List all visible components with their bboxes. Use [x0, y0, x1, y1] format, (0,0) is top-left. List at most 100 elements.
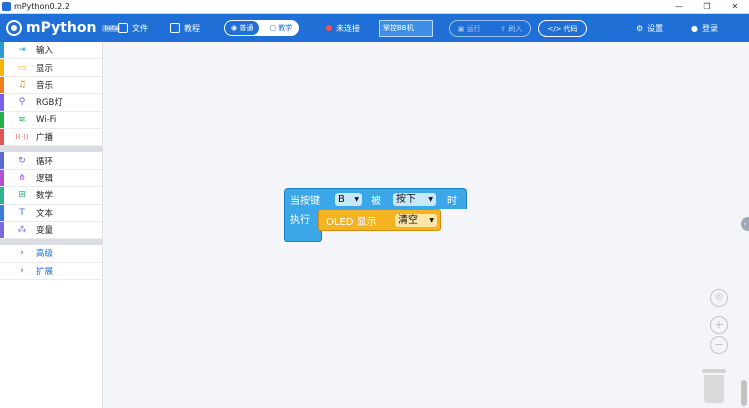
button-dropdown[interactable]: B ▼ [335, 193, 362, 206]
code-icon: </> [547, 24, 562, 33]
close-button[interactable]: ✕ [721, 2, 749, 11]
run-button[interactable]: ▣ 运行 [458, 24, 481, 34]
category-label: 高级 [36, 249, 54, 260]
maximize-button[interactable]: ❐ [693, 2, 721, 11]
tutorial-label: 教程 [184, 23, 200, 33]
event-suffix: 时 [447, 196, 457, 207]
category-label: 显示 [36, 63, 54, 74]
event-mid: 被 [371, 196, 381, 207]
category-label: 循环 [36, 156, 54, 167]
workspace-scrollbar[interactable] [741, 380, 747, 406]
logic-icon: ⋔ [18, 172, 26, 183]
chevron-right-icon: › [20, 265, 24, 276]
collapse-toggle[interactable]: ‹ [741, 217, 749, 231]
category-color-bar [0, 204, 4, 221]
oled-display-block[interactable]: OLED 显示 清空 ▼ [318, 209, 441, 231]
zoom-in-icon[interactable]: + [710, 316, 728, 334]
login-button[interactable]: ● 登录 [691, 14, 718, 42]
category-color-bar [0, 59, 4, 76]
category-color-bar [0, 42, 4, 59]
action-dropdown[interactable]: 按下 ▼ [393, 193, 436, 206]
category-rgb[interactable]: ⚲ RGB灯 [0, 94, 102, 112]
flash-button[interactable]: ⇪ 刷入 [500, 24, 522, 34]
zoom-out-icon[interactable]: − [710, 336, 728, 354]
category-wifi[interactable]: ≋ Wi-Fi [0, 111, 102, 129]
category-extend[interactable]: › 扩展 [0, 263, 102, 281]
file-menu[interactable]: 文件 [118, 14, 148, 42]
wifi-icon: ≋ [18, 114, 26, 125]
category-label: 文本 [36, 208, 54, 219]
user-icon: ● [691, 23, 698, 33]
exec-label: 执行 [290, 215, 310, 226]
window-titlebar: mPython0.2.2 — ❐ ✕ [0, 0, 749, 14]
mode-normal-tab[interactable]: ◉ 普通 [225, 21, 260, 35]
window-title: mPython0.2.2 [14, 2, 70, 11]
oled-dropdown[interactable]: 清空 ▼ [395, 214, 437, 227]
category-label: 输入 [36, 46, 54, 57]
category-advanced[interactable]: › 高级 [0, 245, 102, 263]
recenter-icon[interactable]: ◎ [710, 289, 728, 307]
category-label: 扩展 [36, 266, 54, 277]
category-color-bar [0, 111, 4, 128]
connection-status[interactable]: 未连接 [326, 14, 360, 42]
category-label: Wi-Fi [36, 114, 57, 125]
settings-button[interactable]: ⚙ 设置 [636, 14, 663, 42]
device-select[interactable]: 掌控BB机 [379, 20, 433, 37]
text-icon: T [19, 207, 25, 218]
category-input[interactable]: ⇥ 输入 [0, 42, 102, 60]
main-toolbar: mPython beta 文件 教程 ◉ 普通 ▢ 教学 未连接 掌控BB机 ▣… [0, 14, 749, 42]
mode-teach-tab[interactable]: ▢ 教学 [263, 21, 298, 35]
button-event-block[interactable]: 当按键 B ▼ 被 按下 ▼ 时 [284, 188, 467, 209]
category-color-bar [0, 128, 4, 146]
category-color-bar [0, 187, 4, 204]
category-music[interactable]: ♫ 音乐 [0, 76, 102, 95]
category-label: 数学 [36, 191, 54, 202]
minimize-button[interactable]: — [665, 2, 693, 11]
category-label: 逻辑 [36, 173, 54, 184]
category-text[interactable]: T 文本 [0, 204, 102, 222]
event-block-body[interactable]: 执行 [284, 209, 322, 242]
category-color-bar [0, 221, 4, 239]
category-label: 广播 [36, 133, 54, 144]
tutorial-menu[interactable]: 教程 [170, 14, 200, 42]
loop-icon: ↻ [18, 155, 26, 166]
gear-icon: ⚙ [636, 23, 644, 33]
category-variable[interactable]: ⁂ 变量 [0, 221, 102, 240]
login-label: 登录 [701, 23, 718, 33]
status-dot-icon [326, 25, 332, 31]
settings-label: 设置 [647, 23, 664, 33]
display-icon: ▭ [17, 62, 27, 73]
rgb-icon: ⚲ [18, 97, 26, 108]
oled-label: OLED 显示 [326, 217, 377, 228]
trash-icon[interactable] [702, 369, 726, 403]
category-color-bar [0, 94, 4, 111]
music-icon: ♫ [17, 79, 27, 90]
mode-switch: ◉ 普通 ▢ 教学 [224, 20, 300, 36]
app-logo: mPython beta [6, 14, 121, 42]
math-icon: ⊞ [18, 190, 26, 201]
block-workspace[interactable]: 当按键 B ▼ 被 按下 ▼ 时 执行 OLED 显示 清空 ▼ ‹ ◎ + − [104, 42, 749, 408]
block-category-sidebar: ⇥ 输入 ▭ 显示 ♫ 音乐 ⚲ RGB灯 ≋ Wi-Fi ((·)) 广播 ↻ 循环 ⋔ 逻辑 ⊞ 数学 T 文本… [0, 42, 103, 408]
app-icon [2, 2, 11, 11]
run-flash-group: ▣ 运行 ⇪ 刷入 [449, 20, 531, 37]
category-label: 变量 [36, 226, 54, 237]
category-color-bar [0, 152, 4, 169]
category-logic[interactable]: ⋔ 逻辑 [0, 169, 102, 188]
category-broadcast[interactable]: ((·)) 广播 [0, 128, 102, 147]
category-display[interactable]: ▭ 显示 [0, 59, 102, 77]
book-icon [170, 23, 180, 33]
category-loop[interactable]: ↻ 循环 [0, 152, 102, 170]
logo-text: mPython [26, 20, 97, 36]
category-color-bar [0, 169, 4, 187]
input-icon: ⇥ [18, 45, 26, 56]
file-label: 文件 [132, 23, 148, 33]
code-button[interactable]: </> 代码 [538, 20, 587, 37]
event-prefix: 当按键 [290, 196, 320, 207]
category-math[interactable]: ⊞ 数学 [0, 187, 102, 205]
category-label: RGB灯 [36, 98, 63, 109]
connection-label: 未连接 [336, 23, 360, 33]
logo-icon [6, 20, 22, 36]
file-icon [118, 23, 128, 33]
category-label: 音乐 [36, 80, 54, 91]
code-label: 代码 [563, 24, 578, 33]
